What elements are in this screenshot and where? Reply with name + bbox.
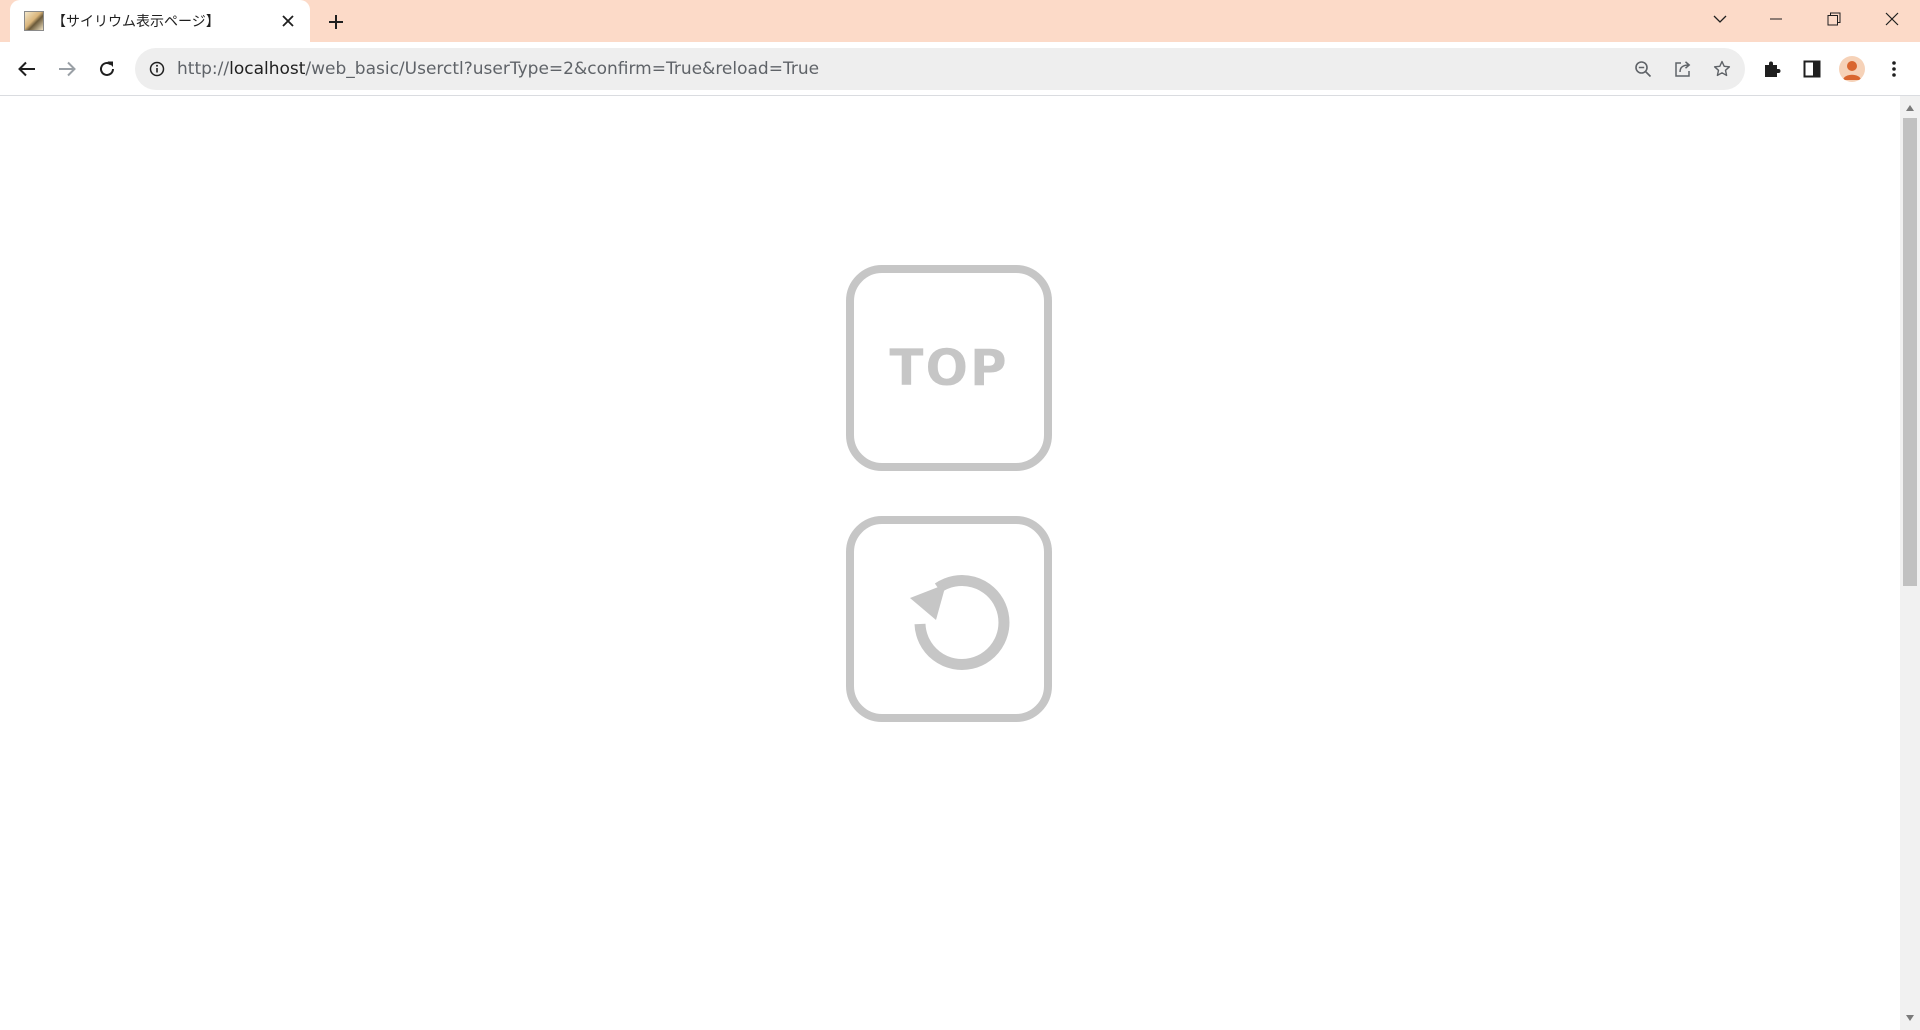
close-window-icon [1885,12,1899,26]
chevron-down-icon [1713,15,1727,23]
puzzle-icon [1765,61,1781,77]
refresh-icon [100,61,114,76]
refresh-button[interactable] [91,53,123,85]
tab-strip: 【サイリウム表示ページ】 [0,0,1920,42]
tab-title: 【サイリウム表示ページ】 [52,14,220,30]
active-tab[interactable]: 【サイリウム表示ページ】 [10,0,310,42]
arrow-right-icon [59,61,76,77]
top-button[interactable]: TOP [846,265,1052,471]
url-host: localhost [229,59,306,79]
profile-icon [1843,61,1861,80]
kebab-menu-icon [1892,61,1896,77]
top-button-label: TOP [889,339,1009,397]
zoom-button[interactable] [1631,57,1655,81]
url-text[interactable]: http://localhost/web_basic/Userctl?userT… [177,59,819,79]
triangle-down-icon [1906,1015,1914,1021]
profile-avatar[interactable] [1839,56,1865,82]
scroll-thumb[interactable] [1903,118,1917,586]
minimize-icon [1770,18,1782,20]
plus-icon [329,15,343,29]
url-path: /web_basic/Userctl?userType=2&confirm=Tr… [305,59,820,79]
star-icon [1713,60,1731,77]
url-prefix: http:// [177,59,230,79]
zoom-out-icon [1635,61,1652,78]
close-window-button[interactable] [1864,0,1920,38]
restore-button[interactable] [1806,0,1862,38]
arrow-left-icon [18,61,35,77]
info-icon [149,61,165,77]
extensions-button[interactable] [1758,55,1786,83]
share-button[interactable] [1671,57,1695,81]
reload-icon [910,575,1010,670]
side-panel-icon [1803,60,1821,78]
share-icon [1675,61,1691,77]
restore-icon [1827,12,1841,26]
side-panel-button[interactable] [1798,55,1826,83]
tab-search-button[interactable] [1692,0,1748,38]
scroll-up-button[interactable] [1900,100,1920,116]
scroll-down-button[interactable] [1900,1010,1920,1026]
tab-close-button[interactable] [276,9,300,33]
reload-button[interactable] [846,516,1052,722]
site-info-icon[interactable] [147,59,167,79]
address-bar[interactable]: http://localhost/web_basic/Userctl?userT… [135,48,1745,90]
page-content: TOP [0,96,1900,1030]
page-favicon-icon [24,11,44,31]
browser-window: 【サイリウム表示ページ】 http://localhost/web_basic/… [0,0,1920,1030]
minimize-button[interactable] [1748,0,1804,38]
bookmark-button[interactable] [1710,57,1734,81]
new-tab-button[interactable] [322,8,350,36]
browser-toolbar: http://localhost/web_basic/Userctl?userT… [0,42,1920,96]
vertical-scrollbar[interactable] [1900,96,1920,1030]
close-icon [282,15,294,27]
back-button[interactable] [11,53,43,85]
forward-button[interactable] [51,53,83,85]
triangle-up-icon [1906,105,1914,111]
menu-button[interactable] [1880,55,1908,83]
